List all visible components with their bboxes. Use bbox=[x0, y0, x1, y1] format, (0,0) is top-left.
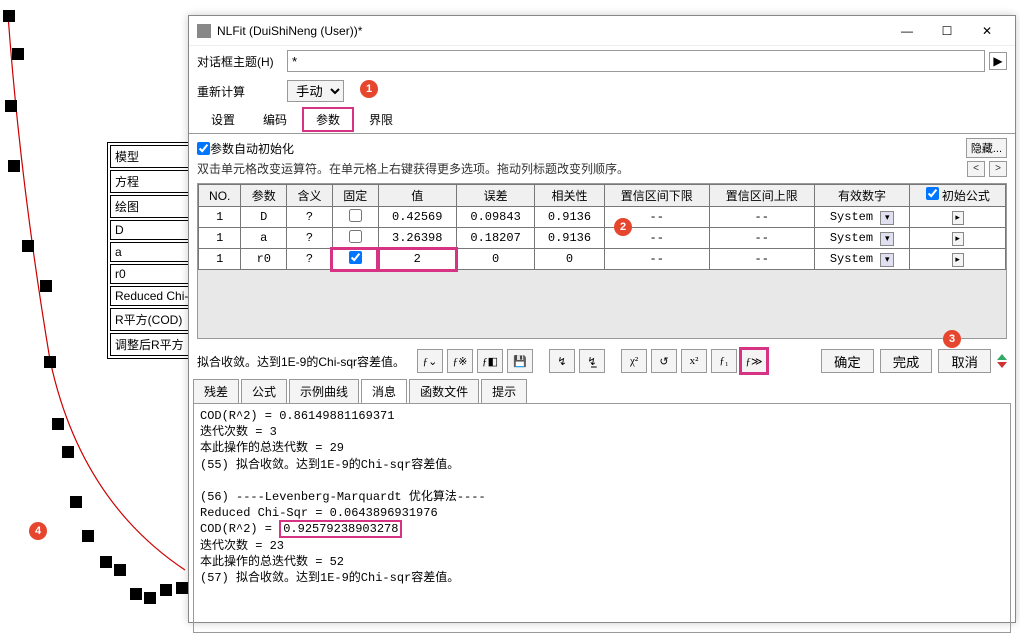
nav-right-button[interactable]: > bbox=[989, 161, 1007, 177]
table-row: 1 a ? 3.26398 0.18207 0.9136 -- -- Syste… bbox=[199, 228, 1006, 249]
tab-func-file[interactable]: 函数文件 bbox=[409, 379, 479, 403]
toolbar-btn-fit[interactable]: ƒ≫ bbox=[741, 349, 767, 373]
tab-formula[interactable]: 公式 bbox=[241, 379, 287, 403]
toolbar-btn-7[interactable]: χ² bbox=[621, 349, 647, 373]
col-param[interactable]: 参数 bbox=[241, 185, 287, 207]
col-sig[interactable]: 有效数字 bbox=[814, 185, 910, 207]
toolbar-btn-6[interactable]: ↯̲ bbox=[579, 349, 605, 373]
toolbar-btn-1[interactable]: ƒ⌄ bbox=[417, 349, 443, 373]
hint-text: 双击单元格改变运算符。在单元格上右键获得更多选项。拖动列标题改变列顺序。 bbox=[197, 160, 629, 177]
expand-down-icon[interactable] bbox=[997, 362, 1007, 368]
toolbar-btn-5[interactable]: ↯ bbox=[549, 349, 575, 373]
window-title: NLFit (DuiShiNeng (User))* bbox=[217, 24, 887, 38]
col-meaning[interactable]: 含义 bbox=[287, 185, 333, 207]
parameter-grid[interactable]: NO. 参数 含义 固定 值 误差 相关性 置信区间下限 置信区间上限 有效数字… bbox=[198, 184, 1006, 270]
titlebar[interactable]: NLFit (DuiShiNeng (User))* — ☐ ✕ bbox=[189, 16, 1015, 46]
sig-dropdown-icon[interactable]: ▾ bbox=[880, 253, 894, 267]
init-formula-header-checkbox[interactable] bbox=[926, 187, 939, 200]
tab-settings[interactable]: 设置 bbox=[197, 106, 249, 133]
table-row: 1 r0 ? 2 0 0 -- -- System ▾ ▸ bbox=[199, 249, 1006, 270]
callout-3: 3 bbox=[943, 330, 961, 348]
tab-parameters[interactable]: 参数 bbox=[302, 107, 354, 132]
theme-play-button[interactable]: ▶ bbox=[989, 52, 1007, 70]
tab-code[interactable]: 编码 bbox=[249, 106, 301, 133]
row-more-icon[interactable]: ▸ bbox=[952, 253, 964, 267]
table-row: 1 D ? 0.42569 0.09843 0.9136 -- -- Syste… bbox=[199, 207, 1006, 228]
bottom-tab-bar: 残差 公式 示例曲线 消息 函数文件 提示 bbox=[189, 379, 1015, 403]
sig-dropdown-icon[interactable]: ▾ bbox=[880, 232, 894, 246]
toolbar-btn-8[interactable]: ↺ bbox=[651, 349, 677, 373]
expand-up-icon[interactable] bbox=[997, 354, 1007, 360]
callout-1: 1 bbox=[360, 80, 378, 98]
tab-sample-curve[interactable]: 示例曲线 bbox=[289, 379, 359, 403]
recalc-label: 重新计算 bbox=[197, 83, 287, 100]
sig-dropdown-icon[interactable]: ▾ bbox=[880, 211, 894, 225]
tab-messages[interactable]: 消息 bbox=[361, 379, 407, 403]
minimize-button[interactable]: — bbox=[887, 17, 927, 45]
auto-init-checkbox[interactable] bbox=[197, 142, 210, 155]
tab-residual[interactable]: 残差 bbox=[193, 379, 239, 403]
col-ci-lo[interactable]: 置信区间下限 bbox=[604, 185, 709, 207]
callout-2: 2 bbox=[614, 218, 632, 236]
theme-label: 对话框主题(H) bbox=[197, 53, 287, 70]
nlfit-dialog: NLFit (DuiShiNeng (User))* — ☐ ✕ 对话框主题(H… bbox=[188, 15, 1016, 623]
cancel-button[interactable]: 取消 bbox=[938, 349, 991, 373]
fixed-checkbox-D[interactable] bbox=[349, 209, 362, 222]
done-button[interactable]: 完成 bbox=[880, 349, 933, 373]
col-fixed[interactable]: 固定 bbox=[332, 185, 378, 207]
fixed-checkbox-a[interactable] bbox=[349, 230, 362, 243]
main-tab-bar: 设置 编码 参数 界限 bbox=[189, 106, 1015, 134]
auto-init-label: 参数自动初始化 bbox=[210, 140, 294, 157]
col-no[interactable]: NO. bbox=[199, 185, 241, 207]
toolbar-btn-10[interactable]: ƒ₁ bbox=[711, 349, 737, 373]
message-log[interactable]: COD(R^2) = 0.86149881169371 迭代次数 = 3 本此操… bbox=[193, 403, 1011, 633]
app-icon bbox=[197, 24, 211, 38]
col-init[interactable]: 初始公式 bbox=[910, 185, 1006, 207]
recalc-select[interactable]: 手动 bbox=[287, 80, 344, 102]
toolbar-btn-3[interactable]: ƒ◧ bbox=[477, 349, 503, 373]
value-cell-r0[interactable]: 2 bbox=[378, 249, 456, 270]
close-button[interactable]: ✕ bbox=[967, 17, 1007, 45]
col-corr[interactable]: 相关性 bbox=[535, 185, 604, 207]
fixed-checkbox-r0[interactable] bbox=[349, 251, 362, 264]
row-more-icon[interactable]: ▸ bbox=[952, 232, 964, 246]
tab-tips[interactable]: 提示 bbox=[481, 379, 527, 403]
toolbar-btn-4[interactable]: 💾 bbox=[507, 349, 533, 373]
toolbar-btn-9[interactable]: x² bbox=[681, 349, 707, 373]
bg-result-table: 模型 方程 绘图 D a r0 Reduced Chi- R平方(COD) 调整… bbox=[107, 142, 196, 359]
toolbar-btn-2[interactable]: ƒ※ bbox=[447, 349, 473, 373]
ok-button[interactable]: 确定 bbox=[821, 349, 874, 373]
row-more-icon[interactable]: ▸ bbox=[952, 211, 964, 225]
callout-4: 4 bbox=[29, 522, 47, 540]
theme-input[interactable] bbox=[287, 50, 985, 72]
col-value[interactable]: 值 bbox=[378, 185, 456, 207]
col-error[interactable]: 误差 bbox=[456, 185, 534, 207]
col-ci-hi[interactable]: 置信区间上限 bbox=[709, 185, 814, 207]
tab-bounds[interactable]: 界限 bbox=[355, 106, 407, 133]
cod-highlight: 0.92579238903278 bbox=[279, 520, 402, 538]
nav-left-button[interactable]: < bbox=[967, 161, 985, 177]
status-text: 拟合收敛。达到1E-9的Chi-sqr容差值。 bbox=[197, 353, 405, 370]
hide-button[interactable]: 隐藏... bbox=[966, 138, 1007, 158]
maximize-button[interactable]: ☐ bbox=[927, 17, 967, 45]
